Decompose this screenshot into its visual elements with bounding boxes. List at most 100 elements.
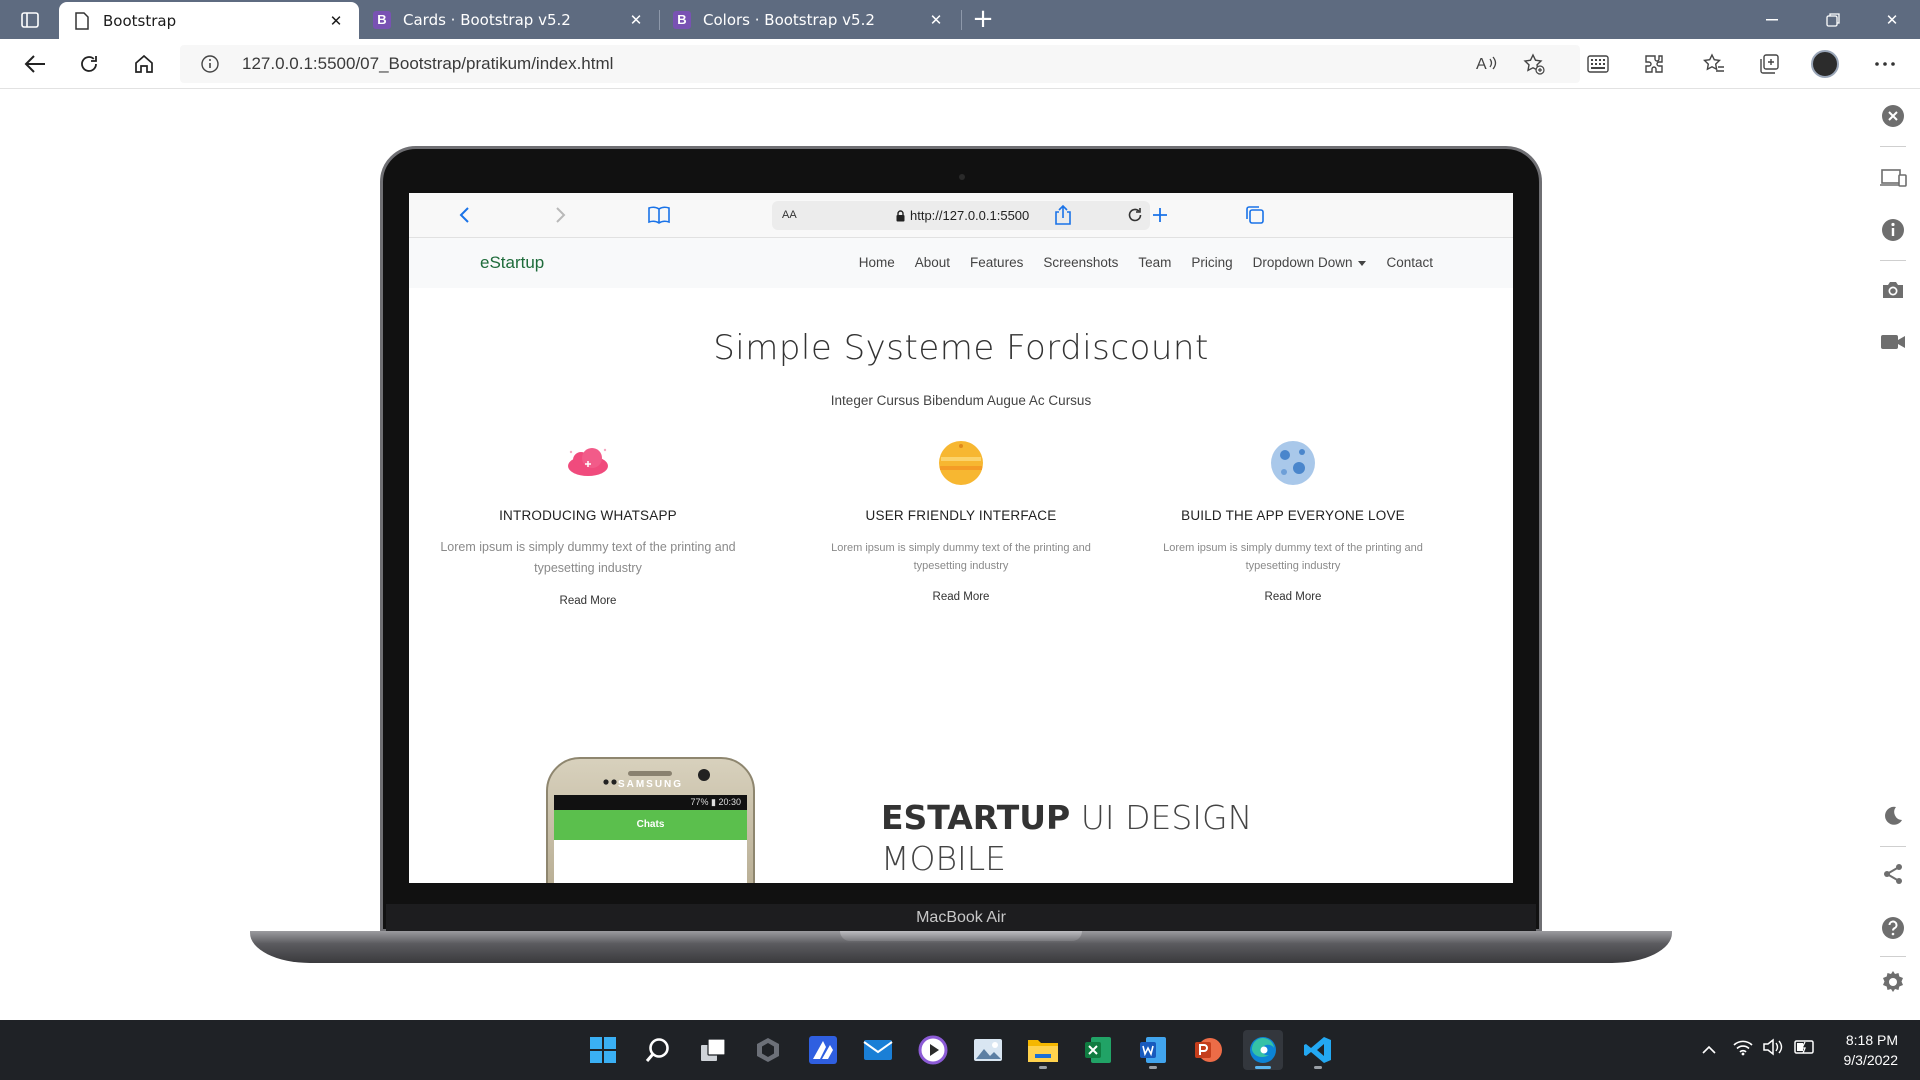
- profile-avatar[interactable]: [1808, 48, 1842, 80]
- read-more-link[interactable]: Read More: [438, 595, 738, 607]
- nav-link-contact[interactable]: Contact: [1386, 255, 1433, 270]
- settings-gear-icon[interactable]: [1877, 966, 1909, 998]
- nav-dropdown-label: Dropdown Down: [1252, 255, 1353, 270]
- restore-button[interactable]: [1805, 0, 1861, 39]
- nav-link-pricing[interactable]: Pricing: [1191, 255, 1232, 270]
- read-more-link[interactable]: Read More: [811, 591, 1111, 603]
- read-aloud-icon[interactable]: A: [1476, 53, 1498, 77]
- show-hidden-icons-chevron[interactable]: [1701, 1040, 1717, 1059]
- nav-dropdown[interactable]: Dropdown Down: [1253, 255, 1367, 270]
- system-clock[interactable]: 8:18 PM 9/3/2022: [1818, 1030, 1899, 1070]
- nav-link-home[interactable]: Home: [859, 255, 895, 270]
- nav-link-features[interactable]: Features: [970, 255, 1023, 270]
- bootstrap-logo-icon: B: [373, 10, 391, 29]
- feature-card: INTRODUCING WHATSAPP Lorem ipsum is simp…: [438, 438, 738, 607]
- sidebar-divider: [1880, 146, 1906, 147]
- promo-bold: ESTARTUP: [881, 798, 1071, 837]
- close-tab-icon[interactable]: ✕: [927, 11, 945, 29]
- volume-icon[interactable]: [1762, 1038, 1784, 1060]
- feature-title: INTRODUCING WHATSAPP: [499, 508, 677, 523]
- home-icon[interactable]: [127, 48, 161, 80]
- close-window-button[interactable]: ✕: [1864, 0, 1920, 39]
- collections-icon[interactable]: [1752, 48, 1786, 80]
- safari-address-bar[interactable]: AA http://127.0.0.1:5500: [772, 201, 1150, 230]
- tab-cards[interactable]: B Cards · Bootstrap v5.2 ✕: [359, 0, 659, 39]
- feature-title: BUILD THE APP EVERYONE LOVE: [1181, 508, 1405, 523]
- new-tab-button[interactable]: +: [968, 5, 998, 35]
- close-circle-icon[interactable]: [1877, 100, 1909, 132]
- extension-grid-icon[interactable]: [1581, 48, 1615, 80]
- text-size-button[interactable]: AA: [782, 209, 797, 221]
- blue-planet-icon: [1268, 438, 1318, 488]
- wifi-icon[interactable]: [1732, 1038, 1754, 1060]
- tabs-overview-icon[interactable]: [1244, 204, 1266, 226]
- site-info-icon[interactable]: [200, 54, 220, 78]
- feature-description: Lorem ipsum is simply dummy text of the …: [440, 540, 736, 575]
- widgets-icon[interactable]: [748, 1030, 788, 1070]
- media-player-icon[interactable]: [913, 1030, 953, 1070]
- laptop-hinge: [840, 931, 1082, 941]
- tab-colors[interactable]: B Colors · Bootstrap v5.2 ✕: [659, 0, 959, 39]
- feature-description: Lorem ipsum is simply dummy text of the …: [1163, 542, 1423, 572]
- battery-icon[interactable]: [1792, 1038, 1816, 1060]
- info-icon[interactable]: [1877, 214, 1909, 246]
- phone-app-bar: Chats: [554, 810, 747, 840]
- photos-icon[interactable]: [968, 1030, 1008, 1070]
- phone-status-bar: 77% ▮ 20:30: [554, 795, 747, 810]
- help-icon[interactable]: [1877, 912, 1909, 944]
- back-icon[interactable]: [18, 48, 52, 80]
- running-indicator: [1314, 1066, 1322, 1069]
- camera-icon[interactable]: [1877, 274, 1909, 306]
- nav-link-screenshots[interactable]: Screenshots: [1043, 255, 1118, 270]
- app-icon-blue[interactable]: [803, 1030, 843, 1070]
- sidebar-divider: [1880, 846, 1906, 847]
- powerpoint-icon[interactable]: [1188, 1030, 1228, 1070]
- task-view-icon[interactable]: [693, 1030, 733, 1070]
- word-icon[interactable]: [1133, 1030, 1173, 1070]
- share-icon[interactable]: [1877, 858, 1909, 890]
- mail-icon[interactable]: [858, 1030, 898, 1070]
- right-sidebar: [1866, 90, 1920, 1020]
- safari-back-icon[interactable]: [453, 204, 475, 226]
- site-brand[interactable]: eStartup: [480, 253, 544, 273]
- start-windows-icon[interactable]: [583, 1030, 623, 1070]
- excel-icon[interactable]: [1078, 1030, 1118, 1070]
- nav-link-team[interactable]: Team: [1138, 255, 1171, 270]
- vscode-icon[interactable]: [1298, 1030, 1338, 1070]
- extensions-icon[interactable]: [1637, 48, 1671, 80]
- read-more-link[interactable]: Read More: [1143, 591, 1443, 603]
- sidebar-divider: [1880, 956, 1906, 957]
- device-toggle-icon[interactable]: [1877, 162, 1909, 194]
- favorites-icon[interactable]: [1697, 48, 1731, 80]
- file-explorer-icon[interactable]: [1023, 1030, 1063, 1070]
- tab-bootstrap[interactable]: Bootstrap ✕: [59, 2, 359, 39]
- tab-strip: Bootstrap ✕ B Cards · Bootstrap v5.2 ✕ B…: [0, 0, 1920, 39]
- share-icon[interactable]: [1052, 204, 1074, 226]
- safari-forward-icon[interactable]: [550, 204, 572, 226]
- edge-browser-icon[interactable]: [1243, 1030, 1283, 1070]
- bookmarks-icon[interactable]: [646, 204, 672, 226]
- hero-title: Simple Systeme Fordiscount: [713, 328, 1209, 368]
- tab-actions-icon[interactable]: [10, 6, 50, 34]
- tab-title: Cards · Bootstrap v5.2: [403, 10, 571, 29]
- dark-mode-icon[interactable]: [1877, 800, 1909, 832]
- video-icon[interactable]: [1877, 326, 1909, 358]
- promo-rest: UI DESIGN: [1070, 798, 1253, 837]
- phone-mockup-image: SAMSUNG 77% ▮ 20:30 Chats: [546, 757, 755, 883]
- more-menu-icon[interactable]: [1868, 48, 1902, 80]
- tab-title: Colors · Bootstrap v5.2: [703, 10, 875, 29]
- search-icon[interactable]: [638, 1030, 678, 1070]
- new-tab-icon[interactable]: [1149, 204, 1171, 226]
- close-tab-icon[interactable]: ✕: [627, 11, 645, 29]
- caret-down-icon: [1358, 260, 1367, 266]
- address-bar[interactable]: 127.0.0.1:5500/07_Bootstrap/pratikum/ind…: [180, 45, 1580, 83]
- laptop-screen: AA http://127.0.0.1:5500 eStartup Home A…: [409, 193, 1513, 883]
- reload-icon[interactable]: [1126, 206, 1144, 229]
- refresh-icon[interactable]: [72, 48, 106, 80]
- phone-brand: SAMSUNG: [617, 779, 684, 790]
- nav-link-about[interactable]: About: [915, 255, 950, 270]
- minimize-button[interactable]: [1744, 0, 1800, 39]
- add-favorite-icon[interactable]: [1523, 53, 1545, 79]
- close-tab-icon[interactable]: ✕: [327, 12, 345, 30]
- feature-card: USER FRIENDLY INTERFACE Lorem ipsum is s…: [811, 438, 1111, 603]
